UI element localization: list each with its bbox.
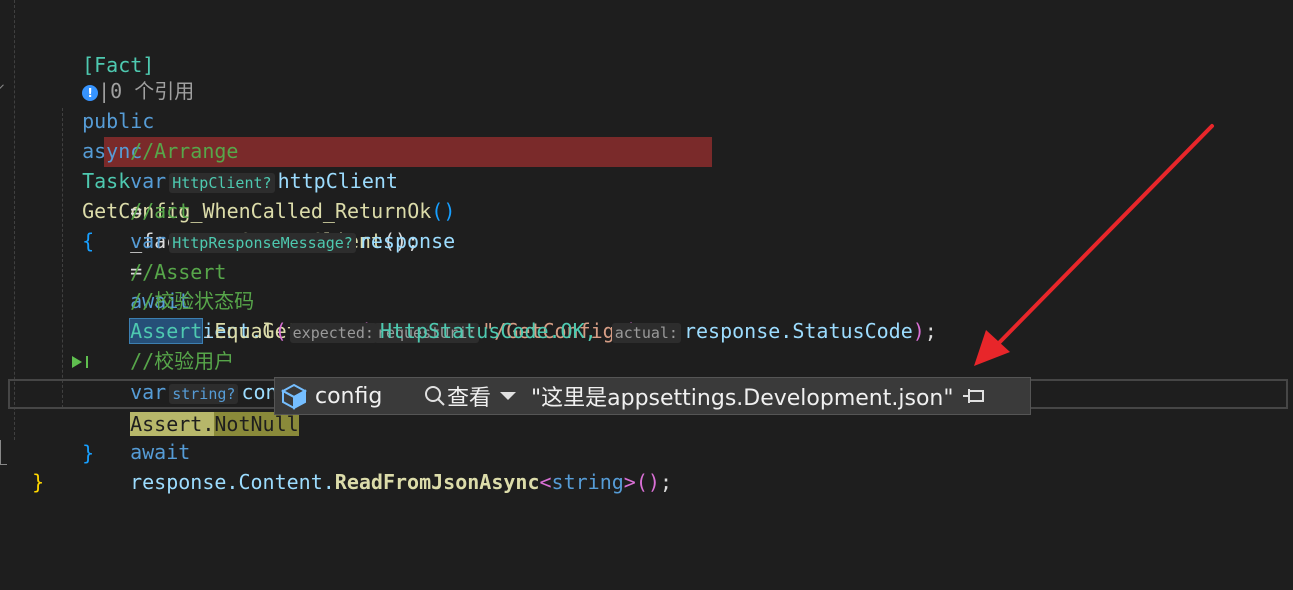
annotation-arrow [974, 124, 1214, 366]
annotation-arrow-shaft [990, 124, 1214, 352]
